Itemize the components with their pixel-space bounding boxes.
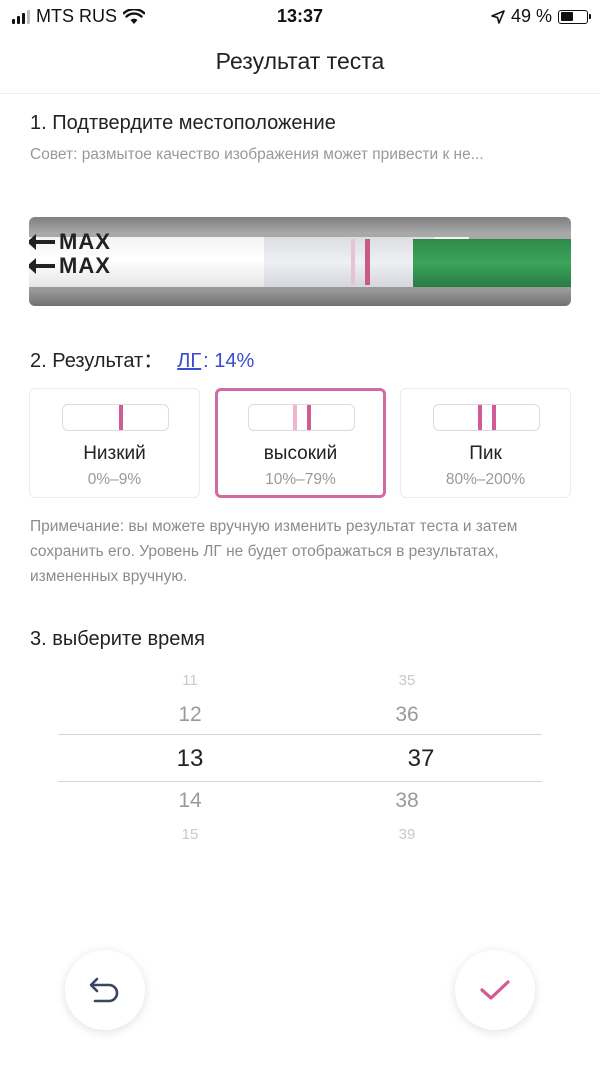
result-label: 2. Результат：: [30, 350, 164, 372]
time-picker[interactable]: 11 12 13 14 15 35 36 37 38 39: [58, 668, 542, 852]
minute-option[interactable]: 35: [332, 672, 482, 689]
lh-link[interactable]: ЛГ: [177, 350, 201, 373]
battery-fill: [560, 12, 573, 21]
strip-high-icon: [248, 404, 355, 431]
strip-marking-top: MAX: [59, 229, 111, 254]
strip-peak-icon: [433, 404, 540, 431]
level-card-low[interactable]: Низкий 0%–9%: [29, 388, 200, 498]
hour-option[interactable]: 15: [115, 826, 265, 843]
strip-handle: [413, 239, 571, 287]
level-card-peak[interactable]: Пик 80%–200%: [400, 388, 571, 498]
status-bar: MTS RUS 13:37 49 %: [0, 0, 600, 34]
manual-edit-note: Примечание: вы можете вручную изменить р…: [30, 518, 518, 585]
level-name: Низкий: [83, 443, 146, 464]
strip-test-line: [365, 239, 370, 285]
strip-result-window: [264, 237, 434, 287]
level-range: 0%–9%: [87, 471, 142, 488]
strip-low-icon: [62, 404, 169, 431]
image-quality-hint: Совет: размытое качество изображения мож…: [30, 146, 484, 163]
strip-faint-line: [351, 239, 355, 285]
strip-arrow-icon: [29, 234, 55, 250]
section-confirm-location-title: 1. Подтвердите местоположение: [30, 112, 336, 134]
strip-arrow-icon: [29, 258, 55, 274]
hour-option[interactable]: 12: [115, 703, 265, 727]
result-level-cards: Низкий 0%–9% высокий 10%–79% Пик 80%–200…: [29, 388, 571, 500]
section-select-time-title: 3. выберите время: [30, 628, 205, 650]
lh-value: : 14%: [203, 350, 255, 372]
status-right: 49 %: [491, 6, 591, 27]
minute-option[interactable]: 39: [332, 826, 482, 843]
battery-icon: [558, 9, 591, 24]
minute-selected[interactable]: 37: [346, 745, 496, 773]
nav-bar: Результат теста: [0, 34, 600, 94]
picker-bottom-divider: [58, 781, 542, 782]
level-range: 80%–200%: [445, 471, 526, 488]
battery-percent: 49 %: [510, 6, 552, 26]
minute-option[interactable]: 38: [332, 789, 482, 813]
undo-button[interactable]: [65, 950, 145, 1030]
result-row: 2. Результат： ЛГ : 14%: [30, 344, 254, 373]
page-title: Результат теста: [215, 48, 385, 74]
checkmark-icon: [480, 980, 510, 1000]
level-card-high[interactable]: высокий 10%–79%: [215, 388, 386, 498]
level-range: 10%–79%: [265, 471, 336, 488]
test-strip-photo[interactable]: MAX MAX: [29, 217, 571, 306]
level-name: высокий: [263, 443, 338, 464]
level-name: Пик: [469, 443, 502, 464]
strip-marking-bottom: MAX: [59, 253, 111, 278]
confirm-button[interactable]: [455, 950, 535, 1030]
undo-arrow-icon: [89, 977, 119, 1003]
location-arrow-icon: [491, 9, 505, 24]
strip-marking: MAX MAX: [29, 230, 111, 278]
hour-option[interactable]: 14: [115, 789, 265, 813]
minute-option[interactable]: 36: [332, 703, 482, 727]
hour-option[interactable]: 11: [115, 672, 265, 689]
hour-selected[interactable]: 13: [115, 745, 265, 773]
picker-top-divider: [58, 734, 542, 735]
